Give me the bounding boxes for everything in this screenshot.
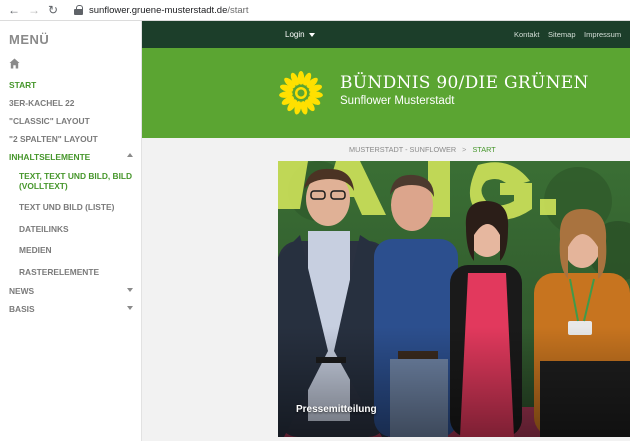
kontakt-link[interactable]: Kontakt [514,30,539,39]
login-link[interactable]: Login [285,30,305,39]
lock-icon[interactable] [74,5,83,15]
breadcrumb-current: START [472,145,496,154]
breadcrumb: MUSTERSTADT - SUNFLOWER > START [349,145,496,154]
sidebar-item-2-spalten-layout[interactable]: "2 SPALTEN" LAYOUT [9,134,98,144]
sidebar-item-news[interactable]: NEWS [9,286,34,296]
breadcrumb-root[interactable]: MUSTERSTADT - SUNFLOWER [349,145,456,154]
party-name: BÜNDNIS 90/DIE GRÜNEN [340,73,589,93]
breadcrumb-separator: > [462,145,467,154]
chevron-up-icon[interactable] [127,153,133,157]
sidebar-item-start[interactable]: START [9,80,36,90]
chevron-down-icon[interactable] [127,288,133,292]
sunflower-icon[interactable] [279,71,323,115]
site-subtitle: Sunflower Musterstadt [340,95,455,107]
site-header: BÜNDNIS 90/DIE GRÜNEN Sunflower Musterst… [142,48,630,138]
chevron-down-icon[interactable] [127,306,133,310]
reload-icon[interactable]: ↻ [48,4,58,16]
address-bar[interactable]: sunflower.gruene-musterstadt.de/start [89,5,248,16]
sidebar-menu: MENÜ START 3ER-KACHEL 22 "CLASSIC" LAYOU… [0,21,142,441]
arrow-left-icon[interactable]: ← [8,4,20,16]
url-path: /start [227,4,249,16]
chevron-down-icon[interactable] [309,33,315,37]
sidebar-subitem-rasterelemente[interactable]: RASTERELEMENTE [19,267,99,277]
hero-caption[interactable]: Pressemitteilung [296,404,377,415]
sidebar-item-classic-layout[interactable]: "CLASSIC" LAYOUT [9,116,90,126]
sitemap-link[interactable]: Sitemap [548,30,576,39]
browser-toolbar: ← → ↻ sunflower.gruene-musterstadt.de/st… [0,0,630,21]
sidebar-item-inhaltselemente[interactable]: INHALTSELEMENTE [9,152,90,162]
sidebar-item-basis[interactable]: BASIS [9,304,35,314]
sidebar-subitem-text-bild-liste[interactable]: TEXT UND BILD (LISTE) [19,202,114,212]
home-icon[interactable] [9,58,20,69]
sidebar-subitem-medien[interactable]: MEDIEN [19,245,52,255]
top-bar: Login Kontakt Sitemap Impressum [142,21,630,48]
hero-photo [278,161,630,437]
sidebar-item-3er-kachel[interactable]: 3ER-KACHEL 22 [9,98,74,108]
sidebar-subitem-text-bild-volltext[interactable]: TEXT, TEXT UND BILD, BILD (VOLLTEXT) [19,171,134,191]
url-host: sunflower.gruene-musterstadt.de [89,4,228,16]
menu-title: MENÜ [9,32,50,47]
hero-image[interactable]: Pressemitteilung [278,161,630,437]
arrow-right-icon[interactable]: → [28,4,40,16]
impressum-link[interactable]: Impressum [584,30,621,39]
sidebar-subitem-dateilinks[interactable]: DATEILINKS [19,224,69,234]
